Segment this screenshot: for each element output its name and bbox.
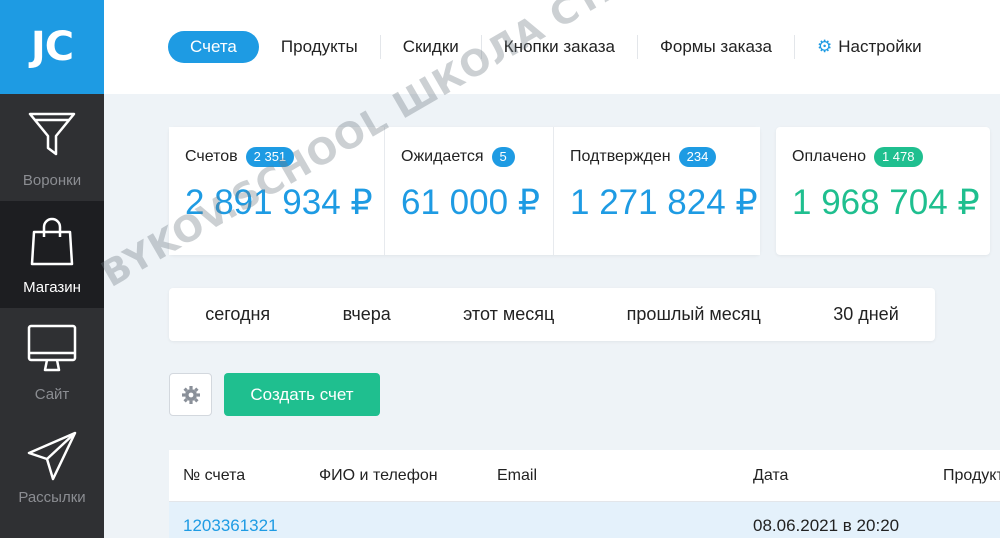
- top-navigation: Счета Продукты Скидки Кнопки заказа Форм…: [104, 0, 1000, 94]
- stat-label: Подтвержден 234: [570, 147, 744, 167]
- sidebar: JC Воронки Магазин Сайт Рассылки: [0, 0, 104, 538]
- period-today[interactable]: сегодня: [205, 304, 270, 325]
- stat-count-badge: 5: [491, 147, 515, 167]
- paper-plane-icon: [27, 431, 77, 481]
- stat-card-paid[interactable]: Оплачено 1 478 1 968 704 ₽: [776, 127, 990, 255]
- stat-title: Счетов: [185, 148, 238, 165]
- stat-value: 61 000 ₽: [401, 183, 541, 222]
- sidebar-item-label: Сайт: [34, 386, 70, 403]
- stat-value: 1 968 704 ₽: [792, 183, 980, 222]
- stat-title: Подтвержден: [570, 148, 671, 165]
- column-header-date[interactable]: Дата: [753, 467, 788, 485]
- app-logo[interactable]: JC: [0, 0, 104, 94]
- stat-value: 1 271 824 ₽: [570, 183, 758, 222]
- shopping-bag-icon: [30, 217, 74, 266]
- period-filter: сегодня вчера этот месяц прошлый месяц 3…: [169, 288, 935, 341]
- stats-panel: Счетов 2 351 2 891 934 ₽ Ожидается 5 61 …: [169, 127, 990, 255]
- table-settings-button[interactable]: [169, 373, 212, 416]
- table-header: № счета ФИО и телефон Email Дата Продукт: [169, 450, 1000, 502]
- stat-title: Ожидается: [401, 148, 484, 165]
- stat-label: Ожидается 5: [401, 147, 537, 167]
- sidebar-item-mailings[interactable]: Рассылки: [0, 415, 104, 522]
- sidebar-item-label: Воронки: [22, 172, 82, 189]
- sidebar-item-label: Рассылки: [18, 489, 86, 506]
- stat-title: Оплачено: [792, 148, 866, 165]
- stat-count-badge: 2 351: [245, 147, 295, 167]
- stat-label: Оплачено 1 478: [792, 147, 974, 167]
- tab-invoices[interactable]: Счета: [168, 31, 259, 63]
- period-yesterday[interactable]: вчера: [343, 304, 391, 325]
- stat-count-badge: 234: [678, 147, 717, 167]
- column-header-name-phone[interactable]: ФИО и телефон: [319, 467, 438, 485]
- stat-label: Счетов 2 351: [185, 147, 368, 167]
- stat-value: 2 891 934 ₽: [185, 183, 373, 222]
- period-this-month[interactable]: этот месяц: [463, 304, 554, 325]
- stat-card-confirmed[interactable]: Подтвержден 234 1 271 824 ₽: [554, 127, 760, 255]
- create-invoice-button[interactable]: Создать счет: [224, 373, 380, 416]
- funnel-icon: [28, 112, 76, 156]
- tab-products[interactable]: Продукты: [259, 35, 381, 59]
- stat-card-invoices[interactable]: Счетов 2 351 2 891 934 ₽: [169, 127, 385, 255]
- column-header-email[interactable]: Email: [497, 467, 537, 485]
- gear-icon: ⚙: [817, 37, 833, 56]
- column-header-number[interactable]: № счета: [183, 467, 245, 485]
- tab-order-buttons[interactable]: Кнопки заказа: [482, 35, 638, 59]
- stat-count-badge: 1 478: [873, 147, 923, 167]
- stats-group: Счетов 2 351 2 891 934 ₽ Ожидается 5 61 …: [169, 127, 760, 255]
- invoices-table: № счета ФИО и телефон Email Дата Продукт…: [169, 450, 1000, 538]
- tab-order-forms[interactable]: Формы заказа: [638, 35, 796, 59]
- tab-discounts[interactable]: Скидки: [381, 35, 482, 59]
- gear-icon: [181, 385, 200, 404]
- sidebar-item-shop[interactable]: Магазин: [0, 201, 104, 308]
- monitor-icon: [27, 324, 77, 372]
- invoice-number-link[interactable]: 1203361321: [183, 516, 278, 536]
- tab-settings-label: Настройки: [838, 37, 922, 56]
- table-row[interactable]: 1203361321 08.06.2021 в 20:20: [169, 502, 1000, 538]
- sidebar-item-site[interactable]: Сайт: [0, 308, 104, 415]
- invoice-date: 08.06.2021 в 20:20: [753, 516, 900, 535]
- sidebar-item-label: Магазин: [23, 279, 81, 296]
- period-30-days[interactable]: 30 дней: [833, 304, 899, 325]
- period-last-month[interactable]: прошлый месяц: [627, 304, 761, 325]
- sidebar-item-funnels[interactable]: Воронки: [0, 94, 104, 201]
- stat-card-pending[interactable]: Ожидается 5 61 000 ₽: [385, 127, 554, 255]
- column-header-product[interactable]: Продукт: [943, 467, 1000, 485]
- tab-settings[interactable]: ⚙ Настройки: [795, 35, 944, 59]
